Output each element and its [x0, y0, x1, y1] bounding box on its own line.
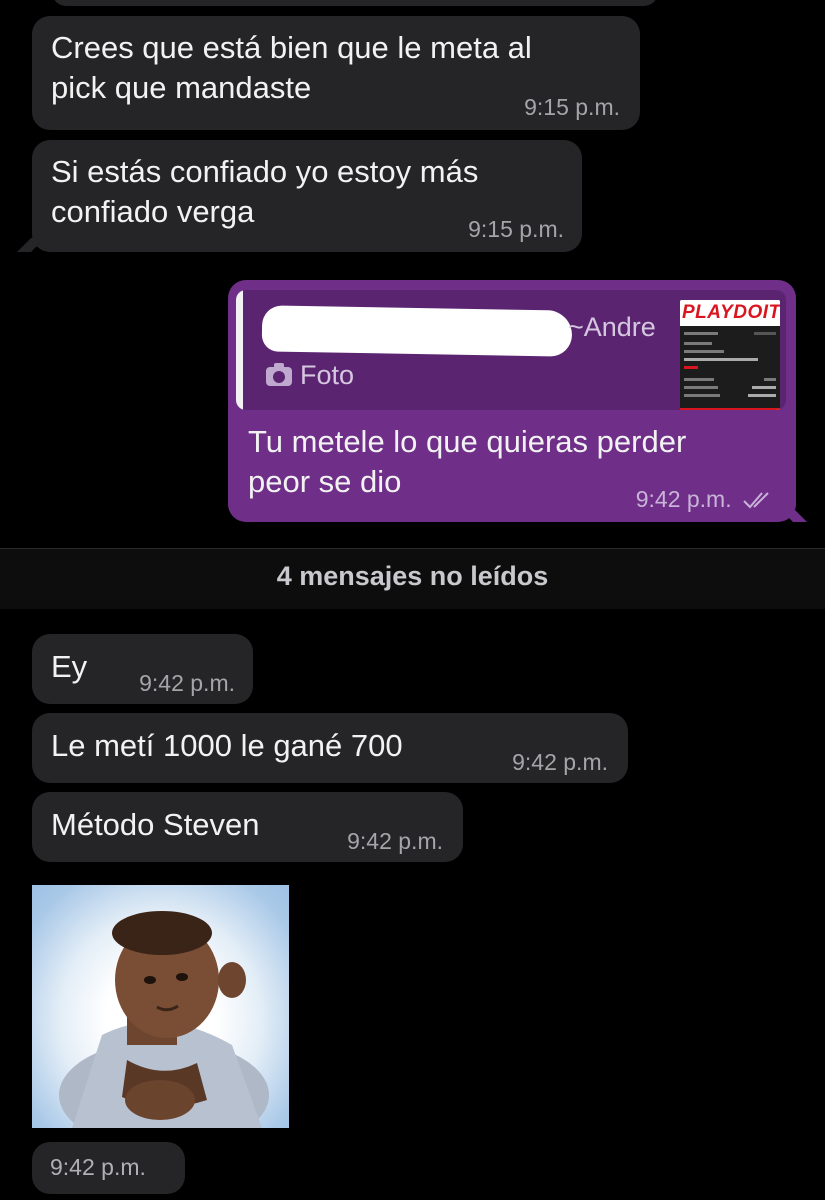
message-text: Crees que está bien que le meta al pick …: [51, 30, 532, 105]
message-timestamp: 9:42 p.m.: [512, 749, 608, 775]
baby-photo: [59, 911, 269, 1128]
message-bubble-incoming[interactable]: Ey 9:42 p.m.: [32, 634, 253, 704]
unread-banner: 4 mensajes no leídos: [0, 549, 825, 609]
message-bubble-incoming[interactable]: Si estás confiado yo estoy más confiado …: [32, 140, 582, 252]
message-timestamp: 9:42 p.m.: [139, 670, 235, 696]
previous-message-edge: [52, 0, 658, 6]
quote-media-label: Foto: [266, 360, 354, 391]
message-text: Le metí 1000 le gané 700: [51, 728, 403, 763]
quoted-message[interactable]: ~Andre Foto PLAYDOIT: [236, 290, 786, 410]
quote-thumbnail[interactable]: PLAYDOIT: [680, 300, 780, 410]
quote-author: ~Andre: [568, 312, 656, 342]
image-timestamp-pill: 9:42 p.m.: [32, 1142, 185, 1194]
redacted-name-scribble: [261, 305, 573, 357]
quote-accent-bar: [236, 290, 243, 410]
message-bubble-incoming[interactable]: Le metí 1000 le gané 700 9:42 p.m.: [32, 713, 628, 783]
message-bubble-incoming[interactable]: Método Steven 9:42 p.m.: [32, 792, 463, 862]
message-timestamp: 9:42 p.m.: [347, 828, 443, 854]
message-bubble-outgoing[interactable]: ~Andre Foto PLAYDOIT Tu metele lo que qu…: [228, 280, 796, 522]
message-text: Método Steven: [51, 807, 260, 842]
image-message[interactable]: [32, 885, 289, 1128]
message-text: Ey: [51, 649, 88, 684]
thumbnail-bet-slip: [680, 326, 780, 408]
message-timestamp: 9:42 p.m.: [636, 486, 774, 513]
unread-banner-text: 4 mensajes no leídos: [276, 561, 549, 591]
camera-icon: [266, 363, 292, 386]
message-text: Si estás confiado yo estoy más confiado …: [51, 154, 479, 229]
double-check-icon: [743, 492, 769, 509]
message-timestamp: 9:15 p.m.: [524, 94, 620, 120]
message-timestamp: 9:42 p.m.: [50, 1154, 146, 1180]
thumbnail-brand-logo: PLAYDOIT: [680, 300, 780, 326]
message-timestamp: 9:15 p.m.: [468, 216, 564, 242]
message-bubble-incoming[interactable]: Crees que está bien que le meta al pick …: [32, 16, 640, 130]
quote-media-text: Foto: [300, 360, 355, 390]
message-text: Tu metele lo que quieras perder peor se …: [248, 424, 687, 499]
